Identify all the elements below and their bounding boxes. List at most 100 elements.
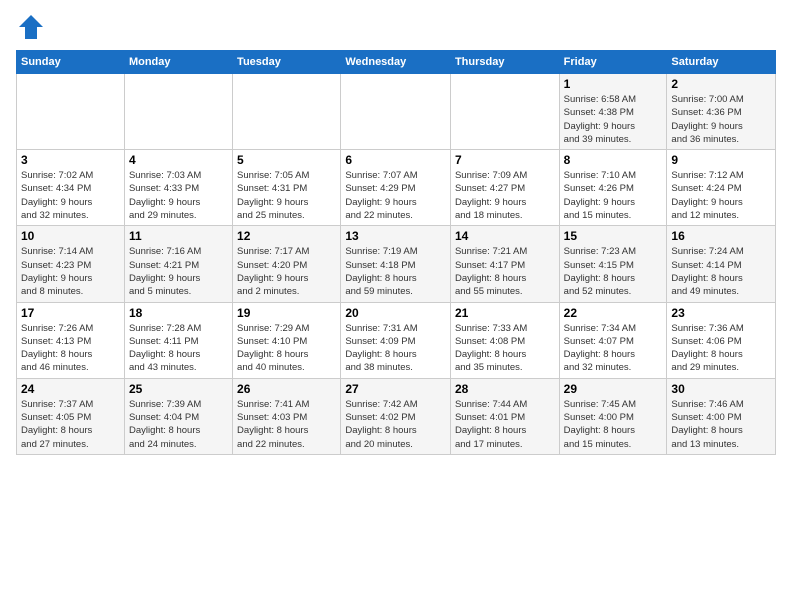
day-number: 11 [129,229,228,243]
day-number: 25 [129,382,228,396]
day-cell: 20 Sunrise: 7:31 AM Sunset: 4:09 PM Dayli… [341,302,451,378]
day-info: Sunrise: 7:42 AM Sunset: 4:02 PM Dayligh… [345,398,446,451]
calendar-body: 1 Sunrise: 6:58 AM Sunset: 4:38 PM Daylig… [17,74,776,455]
header-cell-saturday: Saturday [667,51,776,74]
day-cell: 1 Sunrise: 6:58 AM Sunset: 4:38 PM Daylig… [559,74,667,150]
day-number: 5 [237,153,336,167]
day-number: 22 [564,306,663,320]
day-number: 15 [564,229,663,243]
day-number: 16 [671,229,771,243]
day-info: Sunrise: 7:05 AM Sunset: 4:31 PM Dayligh… [237,169,336,222]
day-info: Sunrise: 7:21 AM Sunset: 4:17 PM Dayligh… [455,245,555,298]
day-cell: 5 Sunrise: 7:05 AM Sunset: 4:31 PM Daylig… [233,150,341,226]
day-info: Sunrise: 7:33 AM Sunset: 4:08 PM Dayligh… [455,322,555,375]
day-info: Sunrise: 7:34 AM Sunset: 4:07 PM Dayligh… [564,322,663,375]
header-cell-friday: Friday [559,51,667,74]
day-cell: 15 Sunrise: 7:23 AM Sunset: 4:15 PM Dayli… [559,226,667,302]
day-cell [233,74,341,150]
week-row-2: 10 Sunrise: 7:14 AM Sunset: 4:23 PM Dayli… [17,226,776,302]
day-cell: 28 Sunrise: 7:44 AM Sunset: 4:01 PM Dayli… [450,378,559,454]
day-number: 10 [21,229,120,243]
day-info: Sunrise: 7:19 AM Sunset: 4:18 PM Dayligh… [345,245,446,298]
day-cell: 6Sunrise: 7:07 AM Sunset: 4:29 PM Daylig… [341,150,451,226]
day-cell [450,74,559,150]
day-number: 24 [21,382,120,396]
day-cell: 11 Sunrise: 7:16 AM Sunset: 4:21 PM Dayli… [124,226,232,302]
day-cell: 4Sunrise: 7:03 AM Sunset: 4:33 PM Daylig… [124,150,232,226]
day-cell: 21Sunrise: 7:33 AM Sunset: 4:08 PM Dayli… [450,302,559,378]
day-cell: 16 Sunrise: 7:24 AM Sunset: 4:14 PM Dayli… [667,226,776,302]
day-info: Sunrise: 7:28 AM Sunset: 4:11 PM Dayligh… [129,322,228,375]
day-number: 17 [21,306,120,320]
logo [16,12,50,42]
day-number: 13 [345,229,446,243]
day-info: Sunrise: 7:12 AM Sunset: 4:24 PM Dayligh… [671,169,771,222]
week-row-0: 1 Sunrise: 6:58 AM Sunset: 4:38 PM Daylig… [17,74,776,150]
day-info: Sunrise: 7:45 AM Sunset: 4:00 PM Dayligh… [564,398,663,451]
day-info: Sunrise: 7:24 AM Sunset: 4:14 PM Dayligh… [671,245,771,298]
week-row-1: 3Sunrise: 7:02 AM Sunset: 4:34 PM Daylig… [17,150,776,226]
day-cell: 26 Sunrise: 7:41 AM Sunset: 4:03 PM Dayli… [233,378,341,454]
week-row-4: 24Sunrise: 7:37 AM Sunset: 4:05 PM Dayli… [17,378,776,454]
day-cell: 10 Sunrise: 7:14 AM Sunset: 4:23 PM Dayli… [17,226,125,302]
day-cell: 29 Sunrise: 7:45 AM Sunset: 4:00 PM Dayli… [559,378,667,454]
day-cell: 23 Sunrise: 7:36 AM Sunset: 4:06 PM Dayli… [667,302,776,378]
day-number: 29 [564,382,663,396]
header-cell-thursday: Thursday [450,51,559,74]
day-number: 20 [345,306,446,320]
day-info: Sunrise: 7:29 AM Sunset: 4:10 PM Dayligh… [237,322,336,375]
header-cell-monday: Monday [124,51,232,74]
day-cell [17,74,125,150]
day-number: 30 [671,382,771,396]
page: SundayMondayTuesdayWednesdayThursdayFrid… [0,0,792,612]
day-number: 19 [237,306,336,320]
day-cell: 7 Sunrise: 7:09 AM Sunset: 4:27 PM Daylig… [450,150,559,226]
day-info: Sunrise: 7:39 AM Sunset: 4:04 PM Dayligh… [129,398,228,451]
day-cell: 2Sunrise: 7:00 AM Sunset: 4:36 PM Daylig… [667,74,776,150]
day-info: Sunrise: 7:23 AM Sunset: 4:15 PM Dayligh… [564,245,663,298]
day-info: Sunrise: 7:31 AM Sunset: 4:09 PM Dayligh… [345,322,446,375]
calendar-header: SundayMondayTuesdayWednesdayThursdayFrid… [17,51,776,74]
day-info: Sunrise: 7:46 AM Sunset: 4:00 PM Dayligh… [671,398,771,451]
day-info: Sunrise: 7:07 AM Sunset: 4:29 PM Dayligh… [345,169,446,222]
day-cell: 30 Sunrise: 7:46 AM Sunset: 4:00 PM Dayli… [667,378,776,454]
header [16,12,776,42]
day-cell: 8Sunrise: 7:10 AM Sunset: 4:26 PM Daylig… [559,150,667,226]
day-number: 7 [455,153,555,167]
day-cell: 12Sunrise: 7:17 AM Sunset: 4:20 PM Dayli… [233,226,341,302]
day-info: Sunrise: 7:41 AM Sunset: 4:03 PM Dayligh… [237,398,336,451]
day-cell: 27 Sunrise: 7:42 AM Sunset: 4:02 PM Dayli… [341,378,451,454]
day-info: Sunrise: 7:14 AM Sunset: 4:23 PM Dayligh… [21,245,120,298]
header-cell-sunday: Sunday [17,51,125,74]
day-cell: 9Sunrise: 7:12 AM Sunset: 4:24 PM Daylig… [667,150,776,226]
day-number: 26 [237,382,336,396]
day-cell: 19 Sunrise: 7:29 AM Sunset: 4:10 PM Dayli… [233,302,341,378]
day-number: 18 [129,306,228,320]
day-cell: 3Sunrise: 7:02 AM Sunset: 4:34 PM Daylig… [17,150,125,226]
header-cell-tuesday: Tuesday [233,51,341,74]
logo-icon [16,12,46,42]
day-cell [341,74,451,150]
day-info: Sunrise: 7:26 AM Sunset: 4:13 PM Dayligh… [21,322,120,375]
day-info: Sunrise: 7:36 AM Sunset: 4:06 PM Dayligh… [671,322,771,375]
day-number: 23 [671,306,771,320]
day-number: 28 [455,382,555,396]
day-info: Sunrise: 7:10 AM Sunset: 4:26 PM Dayligh… [564,169,663,222]
day-cell: 17 Sunrise: 7:26 AM Sunset: 4:13 PM Dayli… [17,302,125,378]
day-number: 1 [564,77,663,91]
day-cell: 14 Sunrise: 7:21 AM Sunset: 4:17 PM Dayli… [450,226,559,302]
day-info: Sunrise: 7:09 AM Sunset: 4:27 PM Dayligh… [455,169,555,222]
day-info: Sunrise: 7:03 AM Sunset: 4:33 PM Dayligh… [129,169,228,222]
header-cell-wednesday: Wednesday [341,51,451,74]
day-info: Sunrise: 6:58 AM Sunset: 4:38 PM Dayligh… [564,93,663,146]
day-number: 14 [455,229,555,243]
day-info: Sunrise: 7:16 AM Sunset: 4:21 PM Dayligh… [129,245,228,298]
day-number: 12 [237,229,336,243]
week-row-3: 17 Sunrise: 7:26 AM Sunset: 4:13 PM Dayli… [17,302,776,378]
day-cell: 25 Sunrise: 7:39 AM Sunset: 4:04 PM Dayli… [124,378,232,454]
day-cell: 13 Sunrise: 7:19 AM Sunset: 4:18 PM Dayli… [341,226,451,302]
day-cell: 18 Sunrise: 7:28 AM Sunset: 4:11 PM Dayli… [124,302,232,378]
header-row: SundayMondayTuesdayWednesdayThursdayFrid… [17,51,776,74]
day-info: Sunrise: 7:44 AM Sunset: 4:01 PM Dayligh… [455,398,555,451]
day-number: 27 [345,382,446,396]
